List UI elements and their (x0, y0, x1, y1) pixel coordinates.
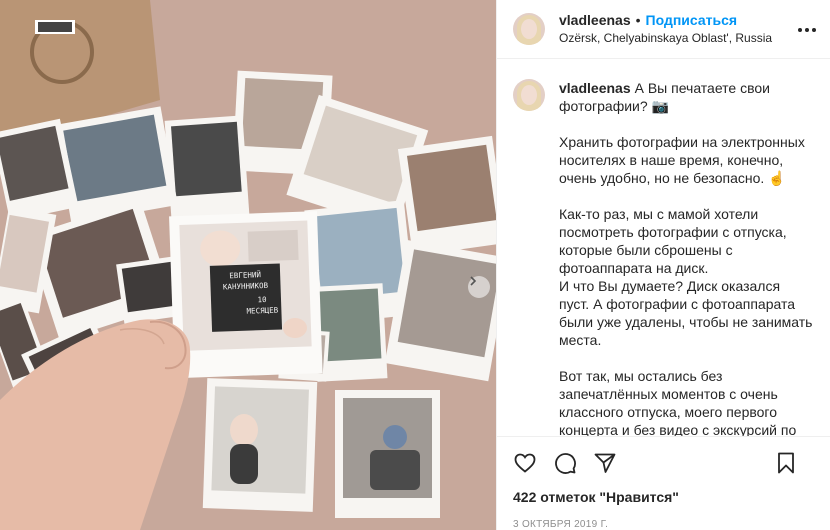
caption-paragraph: Вот так, мы остались без запечатлённых м… (559, 368, 797, 436)
heart-icon (514, 453, 536, 473)
post-photo[interactable]: ЕВГЕНИЙ КАНУННИКОВ 10 МЕСЯЦЕВ (0, 0, 496, 530)
post-side-panel: vladleenas • Подписаться Ozërsk, Chelyab… (496, 0, 830, 530)
caption-paragraph: Хранить фотографии на электронных носите… (559, 134, 805, 187)
save-button[interactable] (774, 451, 798, 475)
share-button[interactable] (593, 451, 617, 475)
more-dot-icon (798, 28, 802, 32)
follow-button[interactable]: Подписаться (646, 12, 738, 30)
action-bar (513, 443, 814, 483)
separator-dot: • (635, 11, 641, 28)
post-date[interactable]: 3 ОКТЯБРЯ 2019 Г. (513, 519, 814, 530)
carousel-next-button[interactable] (468, 276, 490, 298)
card-text-line3: 10 (257, 295, 267, 304)
post-actions-area: 422 отметок "Нравится" 3 ОКТЯБРЯ 2019 Г. (497, 436, 830, 530)
polaroid-collage: ЕВГЕНИЙ КАНУННИКОВ 10 МЕСЯЦЕВ (0, 0, 496, 530)
paper-plane-icon (594, 453, 616, 473)
more-options-button[interactable] (796, 20, 818, 40)
location-link[interactable]: Ozërsk, Chelyabinskaya Oblast', Russia (559, 31, 772, 46)
likes-count[interactable]: 422 отметок "Нравится" (513, 489, 814, 505)
caption-avatar[interactable] (513, 79, 545, 112)
more-dot-icon (812, 28, 816, 32)
chevron-right-icon (470, 276, 477, 286)
like-button[interactable] (513, 451, 537, 475)
caption: vladleenas А Вы печатаете свои фотографии… (559, 79, 814, 436)
post-header: vladleenas • Подписаться Ozërsk, Chelyab… (497, 0, 830, 60)
caption-paragraph: Как-то раз, мы с мамой хотели посмотреть… (559, 206, 813, 349)
more-dot-icon (805, 28, 809, 32)
avatar[interactable] (513, 13, 545, 46)
comment-button[interactable] (553, 451, 577, 475)
instagram-post: ЕВГЕНИЙ КАНУННИКОВ 10 МЕСЯЦЕВ vladleenas… (0, 0, 830, 530)
comment-icon (555, 453, 576, 474)
card-text-line2: КАНУННИКОВ (223, 281, 269, 292)
username-link[interactable]: vladleenas (559, 12, 631, 30)
comments-section[interactable]: vladleenas А Вы печатаете свои фотографии… (497, 59, 830, 436)
card-text-line1: ЕВГЕНИЙ (229, 270, 261, 280)
caption-username[interactable]: vladleenas (559, 80, 631, 96)
bookmark-icon (778, 452, 794, 474)
card-text-line4: МЕСЯЦЕВ (246, 306, 278, 316)
